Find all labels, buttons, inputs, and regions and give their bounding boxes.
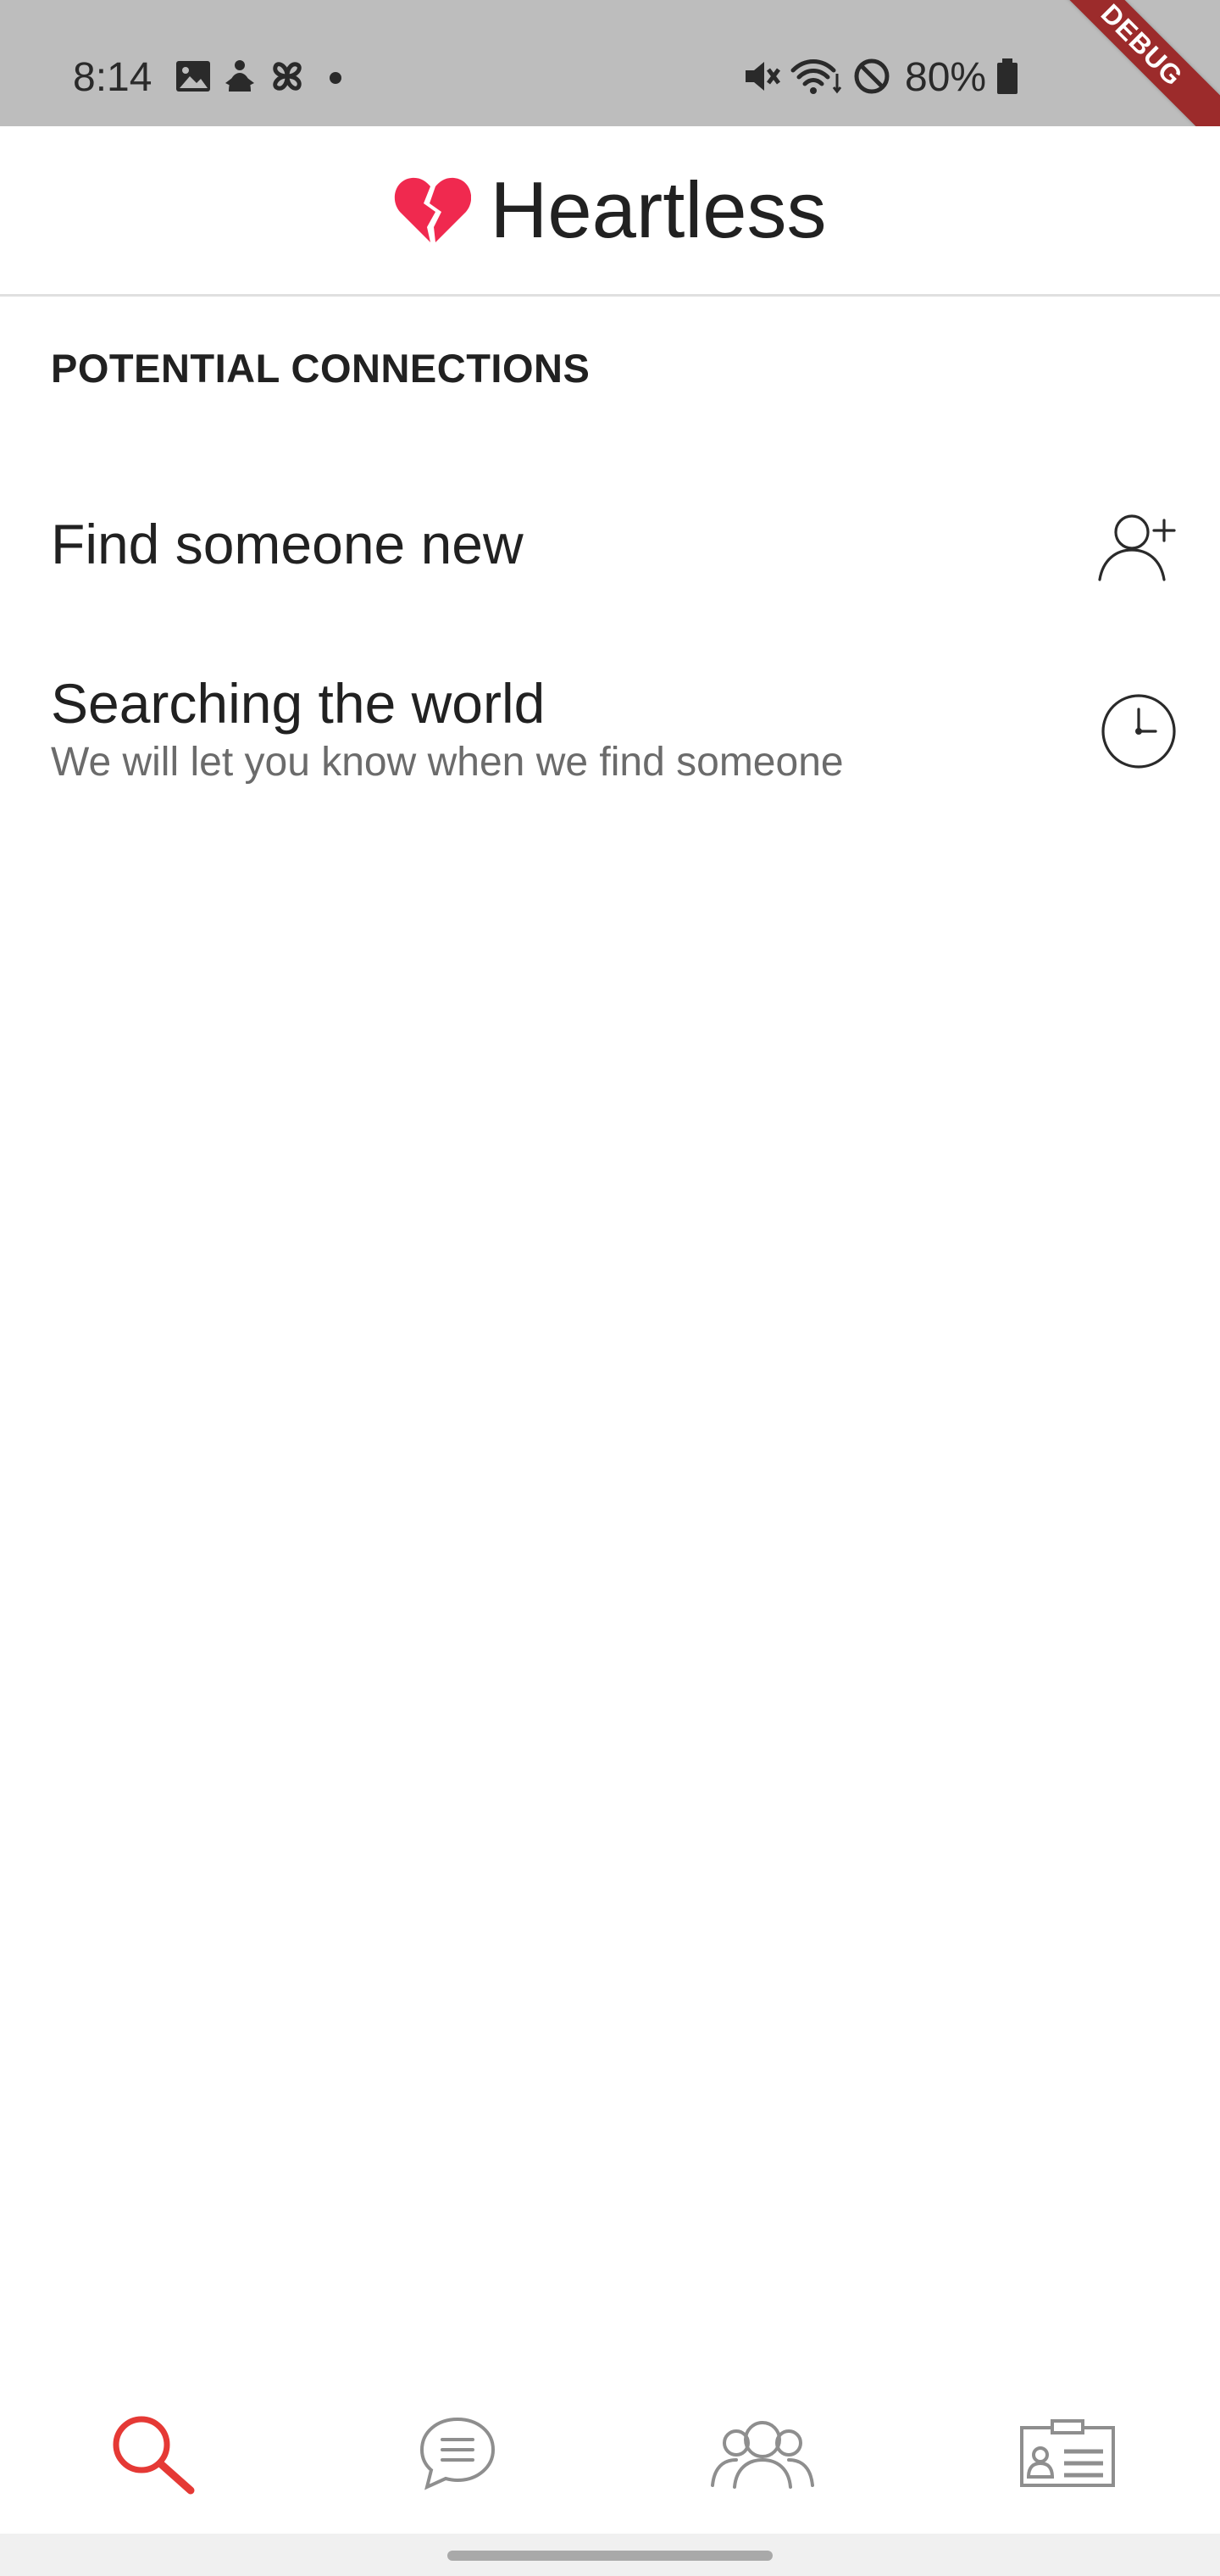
- nav-item-chat[interactable]: [381, 2390, 534, 2517]
- row-title: Searching the world: [51, 672, 546, 735]
- people-icon[interactable]: [707, 2418, 818, 2489]
- clock-icon: [1100, 692, 1178, 774]
- dot-icon: [319, 59, 352, 97]
- broken-heart-icon: [393, 175, 472, 246]
- nav-item-people[interactable]: [686, 2390, 839, 2517]
- chat-icon[interactable]: [417, 2414, 498, 2492]
- row-subtitle: We will let you know when we find someon…: [51, 740, 844, 785]
- status-time: 8:14: [73, 55, 152, 100]
- status-left-icons: [175, 56, 352, 100]
- image-icon: [175, 59, 212, 97]
- home-indicator[interactable]: [447, 2551, 773, 2561]
- do-not-disturb-icon: [852, 57, 891, 100]
- battery-icon: [995, 57, 1020, 100]
- profile-card-icon[interactable]: [1018, 2418, 1117, 2489]
- vibrate-icon: [742, 57, 781, 100]
- notification-icon: [224, 58, 256, 99]
- app-title: Heartless: [490, 165, 827, 254]
- add-person-icon[interactable]: [1096, 510, 1178, 587]
- app-bar: Heartless: [0, 126, 1220, 297]
- searching-row: Searching the world We will let you know…: [0, 657, 1220, 809]
- pinwheel-icon: [268, 57, 307, 100]
- section-header: POTENTIAL CONNECTIONS: [51, 346, 591, 391]
- status-right-icons: 80%: [742, 53, 1020, 103]
- bottom-nav: [0, 2373, 1220, 2534]
- row-title: Find someone new: [51, 513, 524, 575]
- nav-item-search[interactable]: [76, 2390, 229, 2517]
- system-nav-bar: [0, 2534, 1220, 2576]
- nav-item-profile[interactable]: [991, 2390, 1144, 2517]
- battery-percent: 80%: [905, 55, 987, 100]
- find-someone-row[interactable]: Find someone new: [0, 491, 1220, 602]
- search-icon[interactable]: [106, 2411, 199, 2496]
- wifi-icon: [790, 57, 844, 100]
- app-title-wrap: Heartless: [393, 165, 827, 254]
- status-bar: 8:14 80% DEBUG: [0, 0, 1220, 149]
